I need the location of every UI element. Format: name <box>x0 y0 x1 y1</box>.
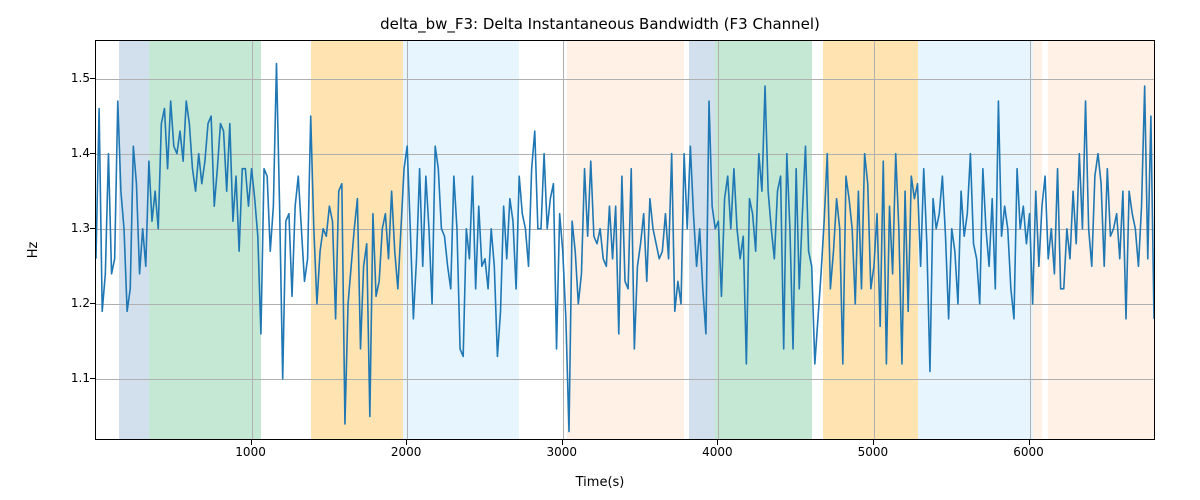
y-axis-label: Hz <box>26 242 41 259</box>
x-tick-label: 3000 <box>532 445 592 459</box>
y-tick-mark <box>90 153 95 154</box>
y-tick-label: 1.3 <box>50 221 90 235</box>
y-tick-mark <box>90 228 95 229</box>
y-tick-label: 1.4 <box>50 146 90 160</box>
signal-line-layer <box>96 41 1154 439</box>
x-tick-label: 2000 <box>376 445 436 459</box>
y-tick-label: 1.2 <box>50 296 90 310</box>
x-tick-label: 4000 <box>687 445 747 459</box>
plot-area <box>95 40 1155 440</box>
x-tick-label: 5000 <box>843 445 903 459</box>
y-tick-mark <box>90 303 95 304</box>
y-tick-mark <box>90 378 95 379</box>
signal-line <box>96 64 1154 432</box>
x-tick-mark <box>717 440 718 445</box>
y-tick-mark <box>90 78 95 79</box>
x-tick-label: 6000 <box>999 445 1059 459</box>
y-tick-label: 1.5 <box>50 71 90 85</box>
chart-title: delta_bw_F3: Delta Instantaneous Bandwid… <box>0 15 1200 33</box>
x-tick-label: 1000 <box>221 445 281 459</box>
x-tick-mark <box>873 440 874 445</box>
x-tick-mark <box>1029 440 1030 445</box>
x-tick-mark <box>562 440 563 445</box>
chart-container: delta_bw_F3: Delta Instantaneous Bandwid… <box>0 0 1200 500</box>
x-tick-mark <box>251 440 252 445</box>
x-axis-label: Time(s) <box>0 475 1200 490</box>
y-tick-label: 1.1 <box>50 371 90 385</box>
x-tick-mark <box>406 440 407 445</box>
